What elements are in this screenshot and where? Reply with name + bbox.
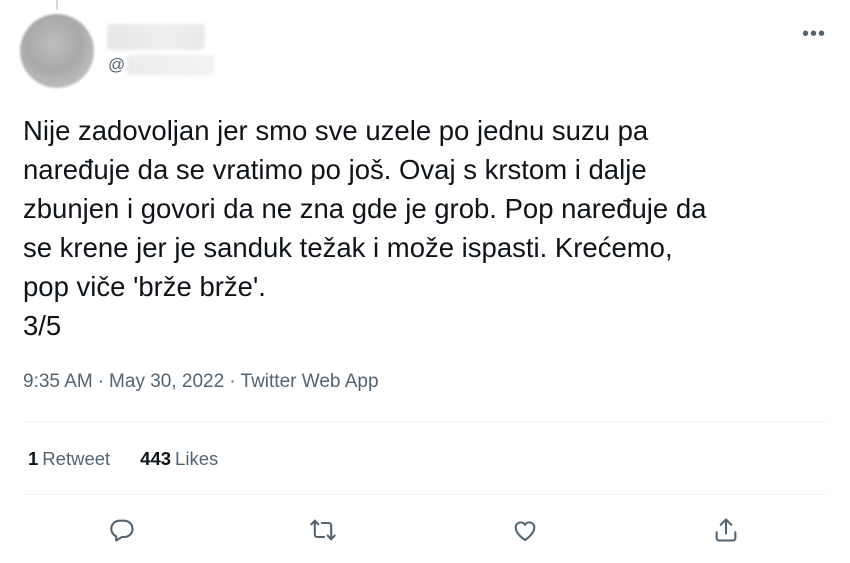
reply-button[interactable] <box>102 510 142 550</box>
display-name-redacted[interactable] <box>107 24 205 50</box>
thread-connector-line <box>56 0 58 10</box>
handle-redacted <box>127 55 216 75</box>
tweet-meta: 9:35 AM · May 30, 2022 · Twitter Web App <box>23 371 379 393</box>
user-handle[interactable]: @ <box>108 55 216 75</box>
tweet-stats: 1 Retweet 443 Likes <box>28 448 218 470</box>
divider <box>23 494 827 495</box>
share-button[interactable] <box>706 510 746 550</box>
likes-stat[interactable]: 443 Likes <box>140 448 218 470</box>
likes-label: Likes <box>175 448 219 469</box>
like-icon <box>514 521 536 541</box>
action-bar <box>0 510 850 550</box>
avatar[interactable] <box>20 14 94 88</box>
retweets-label: Retweet <box>42 448 111 469</box>
retweet-icon <box>310 519 336 541</box>
tweet-text: Nije zadovoljan jer smo sve uzele po jed… <box>23 115 707 341</box>
divider <box>23 421 827 422</box>
tweet-source[interactable]: Twitter Web App <box>241 371 379 392</box>
reply-icon <box>110 519 134 542</box>
tweet-time[interactable]: 9:35 AM <box>23 371 93 392</box>
like-button[interactable] <box>505 510 545 550</box>
meta-separator: · <box>229 371 236 392</box>
likes-count: 443 <box>140 448 172 469</box>
share-icon <box>715 518 737 542</box>
retweets-stat[interactable]: 1 Retweet <box>28 448 110 470</box>
handle-prefix: @ <box>108 55 126 74</box>
retweet-button[interactable] <box>303 510 343 550</box>
tweet-date[interactable]: May 30, 2022 <box>109 371 224 392</box>
more-options-icon[interactable]: ••• <box>800 23 828 45</box>
retweets-count: 1 <box>28 448 39 469</box>
meta-separator: · <box>97 371 105 392</box>
